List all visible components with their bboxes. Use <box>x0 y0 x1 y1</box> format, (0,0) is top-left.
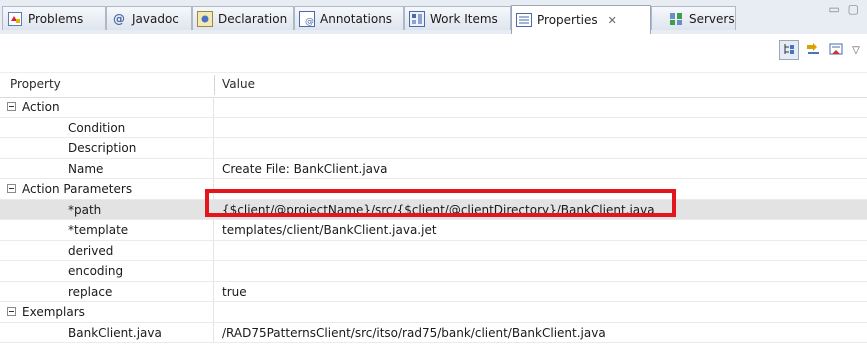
table-row[interactable]: replace true <box>0 281 867 302</box>
collapse-icon[interactable] <box>7 307 16 316</box>
property-cell: Exemplars <box>0 302 214 322</box>
property-cell: Condition <box>0 117 214 137</box>
tab-javadoc[interactable]: @ Javadoc <box>106 6 192 30</box>
property-cell: BankClient.java <box>0 322 214 342</box>
property-cell: Action <box>0 97 214 117</box>
property-cell: Action Parameters <box>0 179 214 199</box>
tab-declaration[interactable]: Declaration <box>192 6 294 30</box>
property-value[interactable]: Create File: BankClient.java <box>222 159 387 179</box>
show-advanced-button[interactable] <box>803 40 823 60</box>
view-menu-button[interactable]: ▽ <box>848 40 864 60</box>
table-row[interactable]: encoding <box>0 261 867 282</box>
tab-label: Problems <box>28 11 84 26</box>
minimize-maximize-icon[interactable]: ▭ ▢ <box>829 2 862 16</box>
declaration-icon <box>197 10 213 27</box>
table-row[interactable]: Name Create File: BankClient.java <box>0 158 867 179</box>
table-row[interactable]: BankClient.java /RAD75PatternsClient/src… <box>0 322 867 343</box>
property-cell: encoding <box>0 261 214 281</box>
chevron-down-icon: ▽ <box>852 44 860 56</box>
advanced-filter-icon <box>805 41 821 60</box>
view-tab-bar: Problems @ Javadoc Declaration @ Annotat… <box>0 0 867 35</box>
property-name: derived <box>68 243 114 258</box>
property-cell: *template <box>0 220 214 240</box>
category-row-action[interactable]: Action <box>0 97 867 118</box>
category-row-action-parameters[interactable]: Action Parameters <box>0 179 867 200</box>
category-row-exemplars[interactable]: Exemplars <box>0 302 867 323</box>
property-name: replace <box>68 284 113 299</box>
collapse-icon[interactable] <box>7 184 16 193</box>
show-categories-button[interactable] <box>779 40 799 60</box>
tab-problems[interactable]: Problems <box>2 6 106 30</box>
property-name: Description <box>68 141 137 155</box>
table-header: Property Value <box>0 72 867 98</box>
property-name: Name <box>68 161 104 176</box>
servers-icon <box>668 11 684 27</box>
column-divider[interactable] <box>214 75 215 95</box>
properties-table: Action Condition Description Name Create… <box>0 97 867 343</box>
tab-label: Work Items <box>430 11 498 26</box>
problems-icon <box>7 11 23 27</box>
property-value[interactable]: /RAD75PatternsClient/src/itso/rad75/bank… <box>222 323 606 343</box>
property-cell: replace <box>0 281 214 301</box>
categories-icon <box>782 42 796 59</box>
property-value[interactable]: {$client/@projectName}/src/{$client/@cli… <box>222 200 655 220</box>
category-label: Action <box>22 100 60 114</box>
property-cell: Name <box>0 158 214 178</box>
tab-label: Properties <box>537 13 598 27</box>
table-row[interactable]: *template templates/client/BankClient.ja… <box>0 220 867 241</box>
property-name: Condition <box>68 120 126 135</box>
tab-label: Servers <box>689 11 735 26</box>
properties-icon <box>516 12 532 28</box>
restore-default-button[interactable] <box>826 40 846 60</box>
collapse-icon[interactable] <box>7 102 16 111</box>
value-column-header[interactable]: Value <box>222 77 255 91</box>
tab-work-items[interactable]: Work Items <box>404 6 511 30</box>
javadoc-icon: @ <box>113 11 125 26</box>
property-column-header[interactable]: Property <box>10 77 61 91</box>
table-row[interactable]: Condition <box>0 117 867 138</box>
table-row-selected[interactable]: *path {$client/@projectName}/src/{$clien… <box>0 199 867 220</box>
category-label: Exemplars <box>22 305 85 319</box>
property-name: encoding <box>68 264 124 278</box>
annotations-icon: @ <box>299 10 315 27</box>
view-toolbar: ▽ <box>0 34 867 66</box>
category-label: Action Parameters <box>22 182 133 196</box>
tab-label: Javadoc <box>132 11 179 26</box>
property-cell: derived <box>0 240 214 260</box>
svg-text:@: @ <box>305 17 314 27</box>
close-icon[interactable]: ✕ <box>608 14 617 27</box>
work-items-icon <box>409 10 425 27</box>
property-value[interactable]: templates/client/BankClient.java.jet <box>222 220 437 240</box>
property-value[interactable]: true <box>222 282 247 302</box>
table-row[interactable]: derived <box>0 240 867 261</box>
property-cell: Description <box>0 138 214 158</box>
restore-default-icon <box>828 41 844 60</box>
property-name: BankClient.java <box>68 325 162 340</box>
tab-label: Declaration <box>218 11 288 26</box>
tab-properties[interactable]: Properties ✕ <box>511 5 651 34</box>
tab-servers[interactable]: Servers <box>651 6 736 30</box>
property-cell: *path <box>0 199 214 219</box>
property-name: *template <box>68 223 129 237</box>
property-name: *path <box>68 202 102 217</box>
table-row[interactable]: Description <box>0 138 867 159</box>
tab-annotations[interactable]: @ Annotations <box>294 6 404 30</box>
tab-label: Annotations <box>320 11 393 26</box>
